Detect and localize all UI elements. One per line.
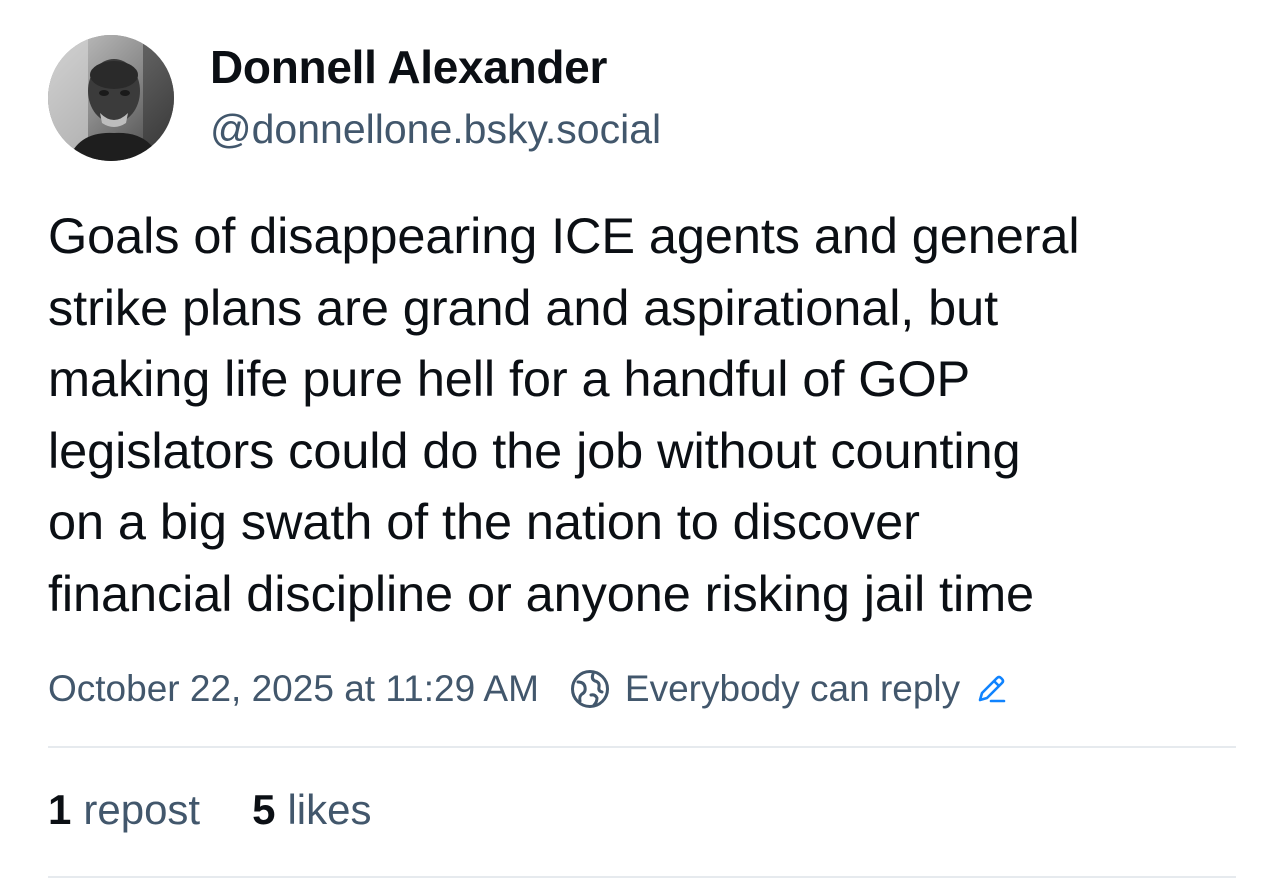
pencil-icon[interactable]: [974, 672, 1008, 706]
reply-setting-button[interactable]: Everybody can reply: [569, 668, 1008, 710]
likes-count: 5: [252, 786, 276, 833]
likes-stat[interactable]: 5 likes: [252, 786, 371, 834]
post-header: Donnell Alexander @donnellone.bsky.socia…: [48, 32, 1238, 162]
divider-top: [48, 746, 1236, 748]
post-stats: 1 repost 5 likes: [48, 786, 371, 834]
divider-bottom: [48, 876, 1236, 878]
author-display-name[interactable]: Donnell Alexander: [210, 40, 607, 94]
reposts-stat[interactable]: 1 repost: [48, 786, 200, 834]
avatar[interactable]: [48, 35, 174, 161]
reposts-count: 1: [48, 786, 72, 833]
post-meta: October 22, 2025 at 11:29 AM Everybody c…: [48, 664, 1008, 714]
post-body-text: Goals of disappearing ICE agents and gen…: [48, 207, 1080, 622]
reposts-label: repost: [83, 786, 201, 833]
globe-icon: [570, 670, 609, 708]
reply-setting-label: Everybody can reply: [624, 668, 961, 709]
avatar-image: [48, 35, 174, 161]
likes-label: likes: [287, 786, 372, 833]
post-timestamp[interactable]: October 22, 2025 at 11:29 AM: [48, 668, 539, 710]
author-handle[interactable]: @donnellone.bsky.social: [210, 106, 661, 153]
